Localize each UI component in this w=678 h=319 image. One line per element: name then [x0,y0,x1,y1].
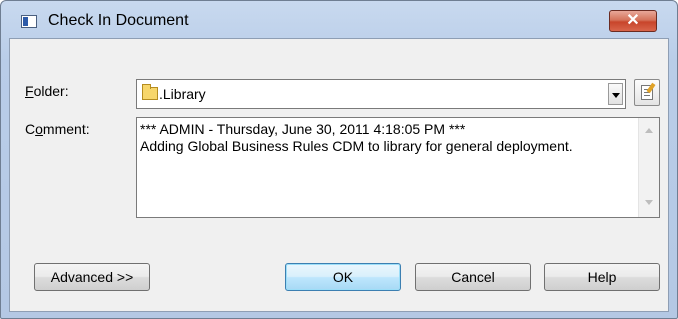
folder-combobox[interactable]: .Library [136,79,626,109]
folder-icon [142,84,158,100]
folder-label-accel: F [25,83,34,99]
help-button[interactable]: Help [544,263,660,291]
comment-scrollbar[interactable] [638,118,659,217]
title-bar[interactable]: Check In Document ✕ [1,1,677,39]
dialog-title: Check In Document [48,12,189,29]
dialog-body: Folder: .Library Comment: *** ADMIN - Th… [9,38,669,312]
folder-properties-button[interactable] [634,79,660,106]
comment-label-pre: C [25,121,36,137]
comment-text[interactable]: *** ADMIN - Thursday, June 30, 2011 4:18… [140,121,628,155]
window-icon [21,15,37,28]
scroll-down-arrow-icon[interactable] [645,200,653,205]
ok-button[interactable]: OK [285,263,401,291]
dropdown-arrow-icon[interactable] [608,83,623,105]
comment-label: Comment: [25,121,90,137]
folder-label: Folder: [25,83,69,99]
check-in-dialog: Check In Document ✕ Folder: .Library Com… [0,0,678,319]
comment-label-text: mment: [42,121,90,137]
folder-label-text: older: [33,83,69,99]
cancel-button[interactable]: Cancel [415,263,531,291]
scroll-up-arrow-icon[interactable] [645,128,653,133]
advanced-button[interactable]: Advanced >> [34,263,150,291]
folder-value: .Library [159,86,206,102]
comment-label-accel: o [35,121,43,137]
close-button[interactable]: ✕ [609,10,657,32]
comment-textarea[interactable]: *** ADMIN - Thursday, June 30, 2011 4:18… [136,117,660,218]
